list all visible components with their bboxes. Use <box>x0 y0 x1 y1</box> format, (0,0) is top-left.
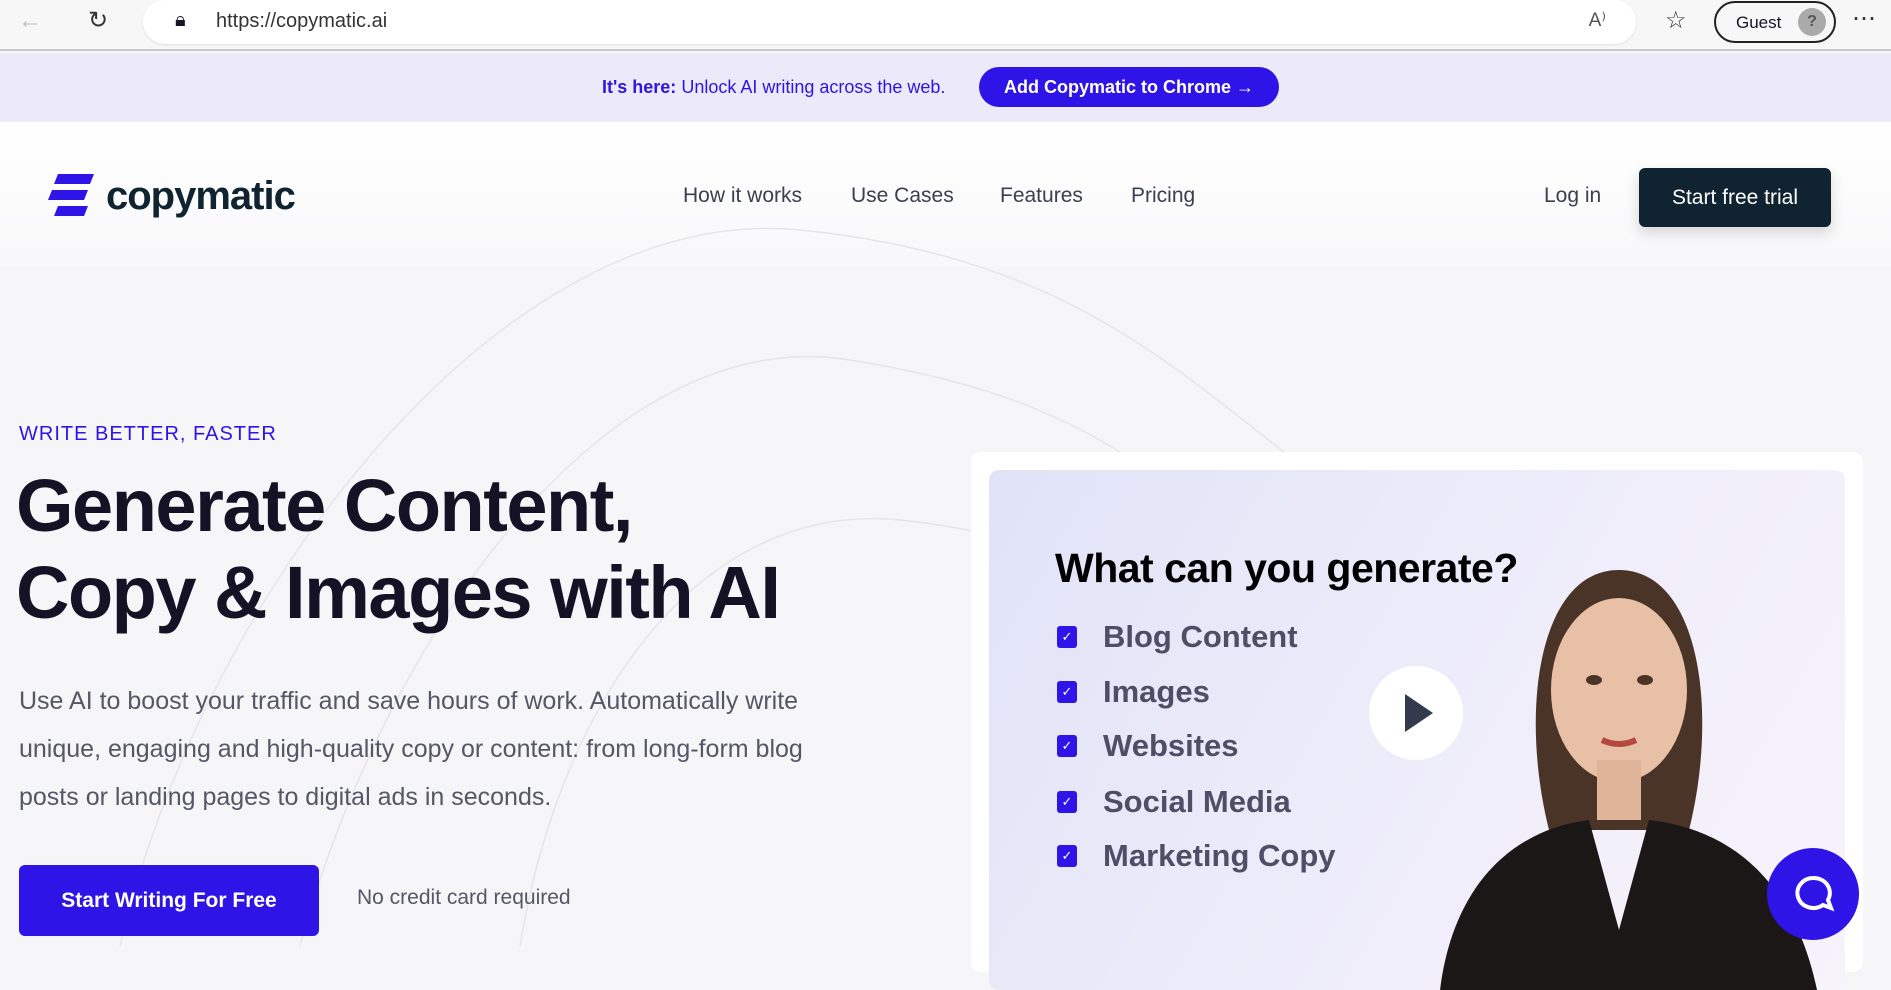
profile-button[interactable]: Guest ? <box>1714 1 1836 43</box>
play-icon <box>1405 694 1433 732</box>
back-icon[interactable]: ← <box>18 7 42 35</box>
banner-text: It's here: Unlock AI writing across the … <box>602 77 945 98</box>
lock-icon: 🔒︎ <box>175 9 186 31</box>
hero-eyebrow: WRITE BETTER, FASTER <box>19 423 277 445</box>
hero-title-line: Copy & Images with AI <box>16 551 781 634</box>
chat-icon <box>1795 875 1835 912</box>
avatar: ? <box>1798 8 1826 36</box>
item-label: Social Media <box>1103 784 1291 819</box>
favorites-icon[interactable]: ☆ <box>1665 6 1687 35</box>
list-item: ✓ Social Media <box>1057 782 1291 822</box>
hero-description: Use AI to boost your traffic and save ho… <box>19 687 803 811</box>
list-item: ✓ Websites <box>1057 726 1239 766</box>
chat-button[interactable] <box>1767 848 1859 940</box>
item-label: Blog Content <box>1103 619 1298 654</box>
banner-lead: It's here: <box>602 77 677 97</box>
check-icon: ✓ <box>1057 626 1077 648</box>
add-to-chrome-button[interactable]: Add Copymatic to Chrome → <box>979 67 1279 107</box>
play-button[interactable] <box>1369 666 1463 760</box>
list-item: ✓ Blog Content <box>1057 617 1298 657</box>
check-icon: ✓ <box>1057 735 1077 757</box>
url-text[interactable]: https://copymatic.ai <box>216 10 387 33</box>
video-player[interactable]: What can you generate? ✓ Blog Content ✓ Im… <box>989 470 1845 990</box>
item-label: Images <box>1103 674 1210 709</box>
check-icon: ✓ <box>1057 845 1077 867</box>
browser-toolbar: ← ↻ 🔒︎ https://copymatic.ai A︎⁾ ☆ Guest … <box>0 0 1891 51</box>
hero-title: Generate Content, Copy & Images with AI <box>16 462 781 636</box>
list-item: ✓ Marketing Copy <box>1057 836 1336 876</box>
check-icon: ✓ <box>1057 791 1077 813</box>
banner-message: Unlock AI writing across the web. <box>676 77 946 97</box>
start-writing-button[interactable]: Start Writing For Free <box>19 865 319 936</box>
hero-title-line: Generate Content, <box>16 464 633 547</box>
address-bar[interactable]: 🔒︎ https://copymatic.ai A︎⁾ <box>143 0 1636 44</box>
item-label: Websites <box>1103 728 1239 763</box>
profile-label: Guest <box>1736 13 1782 32</box>
no-credit-card-note: No credit card required <box>357 886 571 909</box>
reload-icon[interactable]: ↻ <box>88 6 108 35</box>
video-card: What can you generate? ✓ Blog Content ✓ Im… <box>971 452 1863 990</box>
list-item: ✓ Images <box>1057 672 1210 712</box>
item-label: Marketing Copy <box>1103 838 1336 873</box>
announcement-banner: It's here: Unlock AI writing across the … <box>0 53 1891 122</box>
check-icon: ✓ <box>1057 681 1077 703</box>
more-icon[interactable]: ⋯ <box>1852 4 1876 33</box>
read-aloud-icon[interactable]: A︎⁾ <box>1589 9 1606 32</box>
